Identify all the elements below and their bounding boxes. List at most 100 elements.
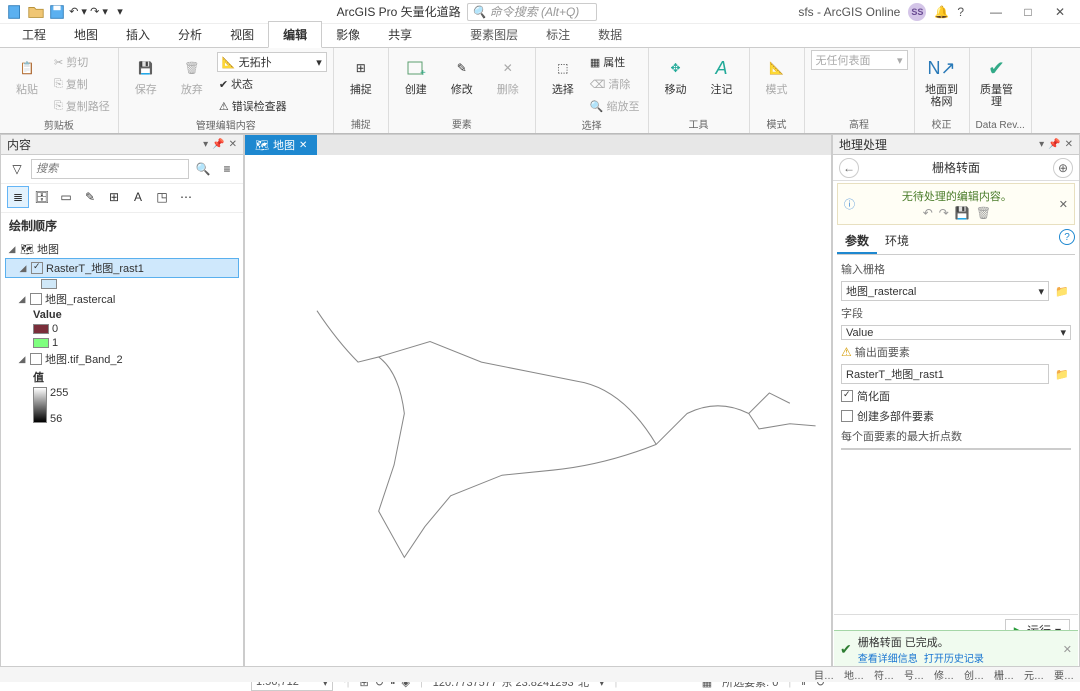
undo-icon[interactable]: ↶ (923, 206, 933, 220)
list-source-icon[interactable]: 🗄 (31, 186, 53, 208)
modify-button[interactable]: ✎修改 (441, 50, 483, 96)
pin-icon[interactable]: 📌 (1048, 139, 1060, 150)
browse-icon[interactable]: 📁 (1053, 282, 1071, 300)
status-button[interactable]: ✔状态 (217, 74, 327, 94)
expand-icon[interactable]: ◢ (17, 354, 27, 365)
cut-button[interactable]: ✂剪切 (52, 52, 112, 72)
filter-icon[interactable]: ▽ (7, 159, 27, 179)
panel-menu-icon[interactable]: ▾ (1039, 139, 1044, 150)
copypath-button[interactable]: ⎘复制路径 (52, 96, 112, 116)
toc-map[interactable]: ◢🗺地图 (5, 240, 239, 258)
undo-icon[interactable]: ↶ ▾ (69, 3, 87, 21)
output-path-input[interactable]: RasterT_地图_rast1 (841, 364, 1049, 384)
tab-parameters[interactable]: 参数 (837, 229, 877, 254)
status-item[interactable]: 目… (814, 667, 834, 682)
layer-checkbox[interactable] (31, 262, 43, 274)
close-complete-icon[interactable]: ✕ (1063, 643, 1072, 656)
layer-checkbox[interactable] (30, 353, 42, 365)
add-button[interactable]: ⊕ (1053, 158, 1073, 178)
elevation-combo[interactable]: 无任何表面▾ (811, 50, 908, 70)
tab-view[interactable]: 视图 (216, 22, 268, 47)
detail-link[interactable]: 查看详细信息 (858, 654, 918, 665)
status-item[interactable]: 修… (934, 667, 954, 682)
move-button[interactable]: ✥移动 (655, 50, 697, 96)
tab-edit[interactable]: 编辑 (268, 21, 322, 48)
contents-menu-icon[interactable]: ≡ (217, 159, 237, 179)
contents-search[interactable] (31, 159, 189, 179)
tab-analysis[interactable]: 分析 (164, 22, 216, 47)
status-item[interactable]: 号… (904, 667, 924, 682)
discard-icon[interactable]: 🗑 (976, 206, 991, 220)
tab-feature-layer[interactable]: 要素图层 (456, 22, 532, 47)
pin-icon[interactable]: 📌 (212, 139, 224, 150)
close-tab-icon[interactable]: ✕ (299, 140, 307, 151)
command-search[interactable]: 🔍 命令搜索 (Alt+Q) (467, 3, 597, 21)
tab-environments[interactable]: 环境 (877, 229, 917, 254)
tab-labeling[interactable]: 标注 (532, 22, 584, 47)
delete-button[interactable]: ✕删除 (487, 50, 529, 96)
expand-icon[interactable]: ◢ (17, 294, 27, 305)
paste-button[interactable]: 📋粘贴 (6, 50, 48, 96)
multipart-checkbox[interactable] (841, 410, 853, 422)
back-button[interactable]: ← (839, 158, 859, 178)
annotate-button[interactable]: A注记 (701, 50, 743, 96)
field-combo[interactable]: Value▾ (841, 325, 1071, 340)
history-link[interactable]: 打开历史记录 (924, 654, 984, 665)
expand-icon[interactable]: ◢ (7, 244, 17, 255)
redo-icon[interactable]: ↷ ▾ (90, 3, 108, 21)
snapping-button[interactable]: ⊞捕捉 (340, 50, 382, 96)
close-icon[interactable]: ✕ (1065, 139, 1073, 150)
tab-data[interactable]: 数据 (584, 22, 636, 47)
list-editing-icon[interactable]: ✎ (79, 186, 101, 208)
toc-layer-rast1[interactable]: ◢RasterT_地图_rast1 (5, 258, 239, 278)
maximize-button[interactable]: □ (1014, 2, 1042, 22)
tab-insert[interactable]: 插入 (112, 22, 164, 47)
close-button[interactable]: ✕ (1046, 2, 1074, 22)
user-avatar[interactable]: SS (908, 3, 926, 21)
list-snapping-icon[interactable]: ⊞ (103, 186, 125, 208)
maxvertex-input[interactable] (841, 448, 1071, 450)
list-labeling-icon[interactable]: A (127, 186, 149, 208)
toc-layer-rastercal[interactable]: ◢地图_rastercal (5, 290, 239, 308)
list-perspective-icon[interactable]: ◳ (151, 186, 173, 208)
map-canvas[interactable] (245, 155, 831, 672)
username[interactable]: sfs - ArcGIS Online (798, 5, 900, 19)
zoomto-button[interactable]: 🔍缩放至 (588, 96, 642, 116)
close-msg-icon[interactable]: ✕ (1059, 198, 1068, 211)
status-item[interactable]: 元… (1024, 667, 1044, 682)
panel-menu-icon[interactable]: ▾ (203, 139, 208, 150)
error-inspector-button[interactable]: ⚠错误检查器 (217, 96, 327, 116)
select-button[interactable]: ⬚选择 (542, 50, 584, 96)
save-edits-button[interactable]: 💾保存 (125, 50, 167, 96)
notifications-icon[interactable]: 🔔 (934, 5, 949, 19)
simplify-checkbox-row[interactable]: 简化面 (841, 388, 1071, 404)
copy-button[interactable]: ⎘复制 (52, 74, 112, 94)
status-item[interactable]: 要… (1054, 667, 1074, 682)
quality-button[interactable]: ✔质量管理 (976, 50, 1018, 108)
close-icon[interactable]: ✕ (229, 139, 237, 150)
clear-button[interactable]: ⌫清除 (588, 74, 642, 94)
tab-share[interactable]: 共享 (374, 22, 426, 47)
qat-dropdown-icon[interactable]: ▾ (111, 3, 129, 21)
attributes-button[interactable]: ▦属性 (588, 52, 642, 72)
expand-icon[interactable]: ◢ (18, 263, 28, 274)
status-item[interactable]: 符… (874, 667, 894, 682)
help-icon[interactable]: ? (1059, 229, 1075, 245)
discard-edits-button[interactable]: 🗑放弃 (171, 50, 213, 96)
tab-imagery[interactable]: 影像 (322, 22, 374, 47)
tab-map[interactable]: 地图 (60, 22, 112, 47)
help-icon[interactable]: ? (957, 5, 964, 19)
open-project-icon[interactable] (27, 3, 45, 21)
new-project-icon[interactable] (6, 3, 24, 21)
save-project-icon[interactable] (48, 3, 66, 21)
browse-icon[interactable]: 📁 (1053, 365, 1071, 383)
toc-layer-tif[interactable]: ◢地图.tif_Band_2 (5, 350, 239, 368)
input-raster-combo[interactable]: 地图_rastercal▾ (841, 281, 1049, 301)
status-item[interactable]: 创… (964, 667, 984, 682)
tab-project[interactable]: 工程 (8, 22, 60, 47)
list-more-icon[interactable]: ⋯ (175, 186, 197, 208)
layer-checkbox[interactable] (30, 293, 42, 305)
map-tab[interactable]: 🗺地图✕ (245, 135, 317, 155)
list-selection-icon[interactable]: ▭ (55, 186, 77, 208)
search-submit-icon[interactable]: 🔍 (193, 159, 213, 179)
